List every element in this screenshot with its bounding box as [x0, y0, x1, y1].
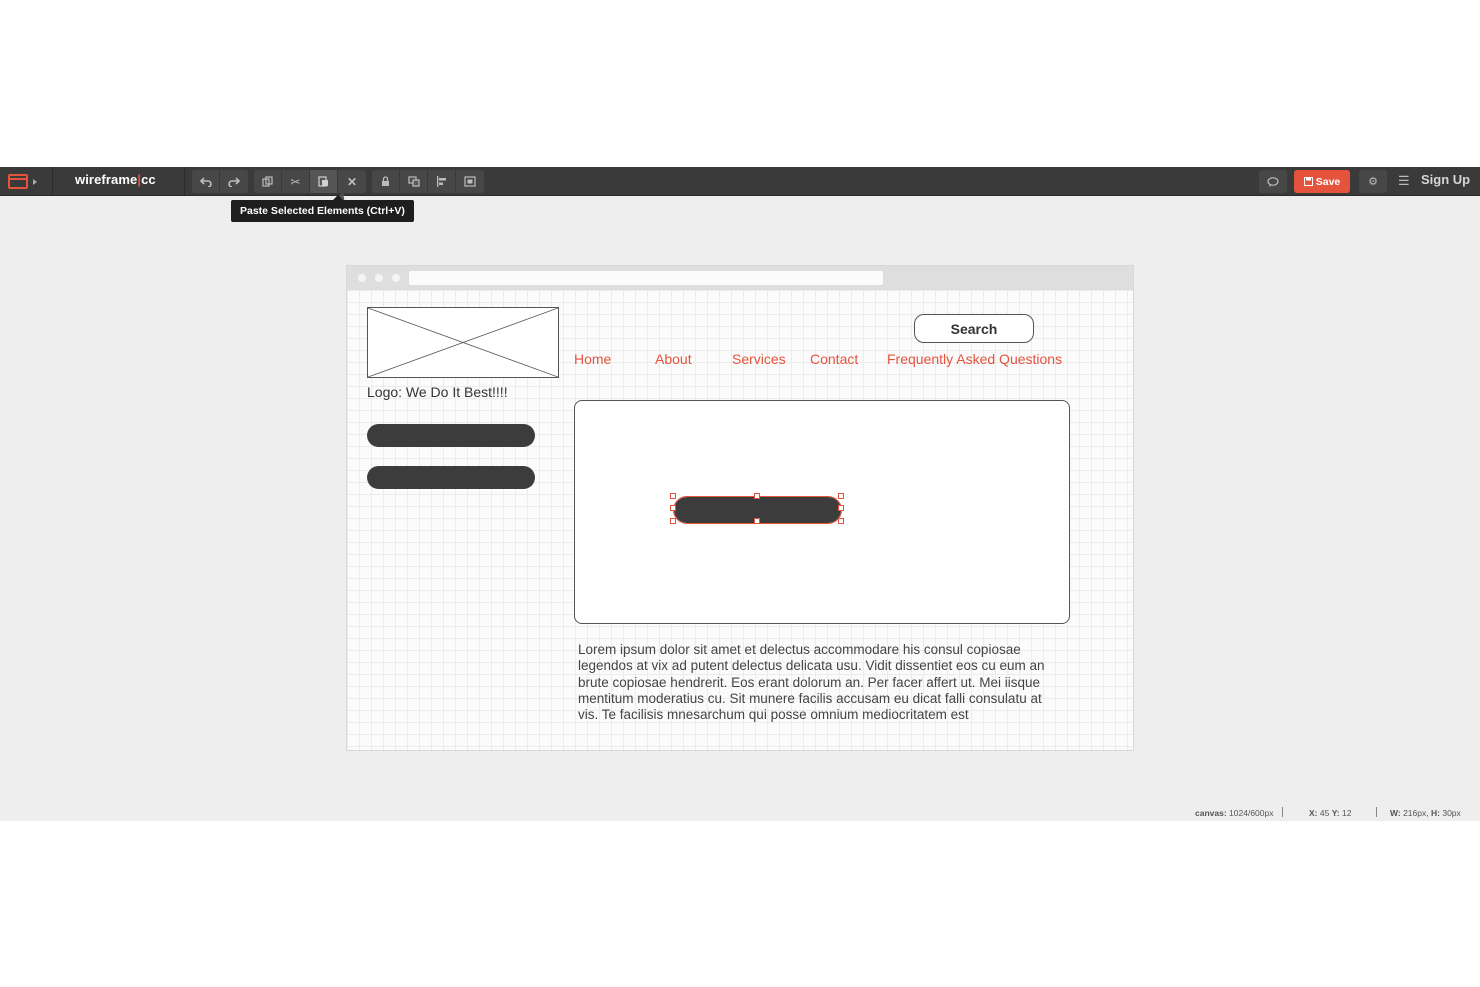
resize-handle[interactable]: [670, 493, 676, 499]
settings-button[interactable]: ⚙: [1359, 170, 1387, 193]
status-divider: [1376, 807, 1377, 817]
browser-mockup-frame: Logo: We Do It Best!!!! Search Home Abou…: [346, 265, 1134, 751]
history-group: [192, 170, 248, 193]
app-menu-button[interactable]: [8, 170, 48, 193]
w-label: W:: [1390, 808, 1401, 818]
x-value: 45: [1319, 808, 1330, 818]
app-logo: wireframe|cc: [75, 172, 156, 187]
design-canvas[interactable]: Logo: We Do It Best!!!! Search Home Abou…: [347, 290, 1133, 750]
sign-up-link[interactable]: Sign Up: [1421, 172, 1470, 187]
caret-right-icon: [33, 178, 37, 185]
copy-icon: [262, 176, 273, 187]
sidebar-button-2[interactable]: [367, 466, 535, 489]
w-value: 216px,: [1403, 808, 1429, 818]
toolbar-divider: [184, 167, 185, 196]
cut-button[interactable]: ✂: [282, 170, 310, 193]
redo-button[interactable]: [220, 170, 248, 193]
paste-icon: [318, 176, 328, 187]
logo-caption[interactable]: Logo: We Do It Best!!!!: [367, 384, 508, 400]
floppy-disk-icon: [1303, 177, 1313, 186]
nav-link-home[interactable]: Home: [574, 351, 611, 367]
comment-button[interactable]: [1259, 170, 1287, 193]
delete-button[interactable]: ✕: [338, 170, 366, 193]
resize-handle[interactable]: [754, 493, 760, 499]
resize-handle[interactable]: [838, 505, 844, 511]
window-dot: [375, 274, 383, 282]
copy-button[interactable]: [254, 170, 282, 193]
search-button[interactable]: Search: [914, 314, 1034, 343]
status-bar: canvas: 1024/600px X: 45 Y: 12 W: 216px,…: [0, 803, 1480, 821]
x-label: X:: [1309, 808, 1318, 818]
canvas-size-label: canvas:: [1195, 808, 1227, 818]
group-button[interactable]: [456, 170, 484, 193]
save-button[interactable]: Save: [1294, 170, 1350, 193]
window-dot: [392, 274, 400, 282]
save-label: Save: [1315, 175, 1341, 188]
undo-button[interactable]: [192, 170, 220, 193]
group-icon: [464, 176, 476, 187]
canvas-size-readout: canvas: 1024/600px: [1195, 808, 1273, 818]
browser-title-bar: [347, 266, 1133, 290]
lock-icon: [382, 176, 389, 186]
align-icon: [437, 176, 446, 187]
resize-handle[interactable]: [838, 493, 844, 499]
y-label: Y:: [1331, 808, 1340, 818]
nav-link-faq[interactable]: Frequently Asked Questions: [887, 351, 1062, 367]
close-icon: ✕: [346, 174, 358, 189]
paste-tooltip: Paste Selected Elements (Ctrl+V): [231, 195, 414, 222]
toolbar-divider: [52, 167, 53, 196]
url-bar: [409, 271, 883, 285]
canvas-size-value: 1024/600px: [1229, 808, 1274, 818]
speech-bubble-icon: [1267, 176, 1279, 187]
arrange-icon: [407, 176, 420, 187]
align-button[interactable]: [428, 170, 456, 193]
size-readout: W: 216px, H: 30px: [1390, 808, 1461, 818]
h-value: 30px: [1442, 808, 1461, 818]
lock-button[interactable]: [372, 170, 400, 193]
position-readout: X: 45 Y: 12: [1309, 808, 1351, 818]
paste-button[interactable]: [310, 170, 338, 193]
image-placeholder-cross-icon: [367, 307, 559, 378]
status-divider: [1282, 807, 1283, 817]
redo-icon: [228, 176, 240, 187]
image-placeholder[interactable]: [367, 307, 559, 378]
edit-group: ✂ ✕: [254, 170, 366, 193]
window-dot: [358, 274, 366, 282]
y-value: 12: [1341, 808, 1352, 818]
nav-link-contact[interactable]: Contact: [810, 351, 858, 367]
arrange-button[interactable]: [400, 170, 428, 193]
resize-handle[interactable]: [754, 518, 760, 524]
resize-handle[interactable]: [838, 518, 844, 524]
sidebar-button-1[interactable]: [367, 424, 535, 447]
undo-icon: [199, 176, 212, 187]
resize-handle[interactable]: [670, 505, 676, 511]
top-toolbar: wireframe|cc ✂ ✕ Save ⚙ ☰ Sign Up: [0, 167, 1480, 207]
h-label: H:: [1430, 808, 1440, 818]
hamburger-menu-icon[interactable]: ☰: [1398, 173, 1410, 189]
body-text-block[interactable]: Lorem ipsum dolor sit amet et delectus a…: [578, 642, 1058, 723]
nav-link-about[interactable]: About: [655, 351, 692, 367]
arrange-group: [372, 170, 484, 193]
browser-window-icon: [8, 174, 28, 189]
resize-handle[interactable]: [670, 518, 676, 524]
app-name-part1: wireframe: [75, 172, 138, 187]
nav-link-services[interactable]: Services: [732, 351, 786, 367]
gears-icon: ⚙: [1368, 176, 1378, 188]
scissors-icon: ✂: [290, 174, 301, 189]
app-window: wireframe|cc ✂ ✕ Save ⚙ ☰ Sign Up Paste …: [0, 167, 1480, 821]
app-name-part2: cc: [141, 172, 156, 187]
